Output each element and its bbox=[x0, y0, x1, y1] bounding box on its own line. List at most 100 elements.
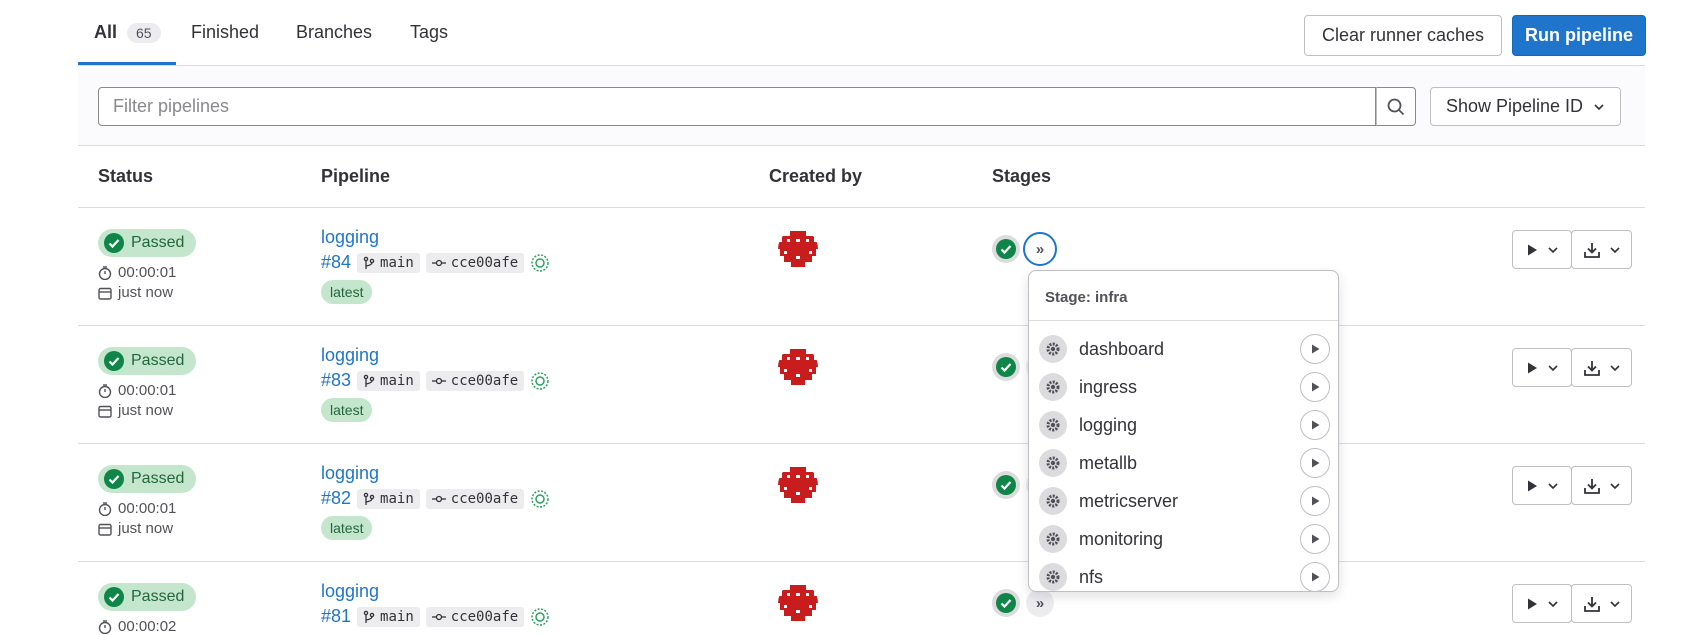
finished-value: just now bbox=[118, 284, 174, 301]
play-job-button[interactable] bbox=[1300, 448, 1330, 478]
play-job-button[interactable] bbox=[1300, 372, 1330, 402]
job-item[interactable]: dashboard bbox=[1039, 332, 1330, 366]
pipeline-id-link[interactable]: #83 bbox=[321, 370, 351, 391]
stage-title: Stage: infra bbox=[1045, 289, 1128, 306]
gear-icon bbox=[1046, 532, 1060, 546]
pipeline-title-link[interactable]: logging bbox=[321, 463, 379, 484]
download-artifacts-dropdown[interactable] bbox=[1571, 348, 1632, 387]
job-item[interactable]: monitoring bbox=[1039, 522, 1330, 556]
play-job-button[interactable] bbox=[1300, 334, 1330, 364]
play-icon bbox=[1528, 598, 1537, 609]
commit-ref[interactable]: cce00afe bbox=[425, 488, 525, 509]
play-actions-dropdown[interactable] bbox=[1512, 584, 1572, 623]
play-job-button[interactable] bbox=[1300, 562, 1330, 592]
play-icon bbox=[1528, 362, 1537, 373]
status-success-icon bbox=[996, 475, 1016, 495]
play-icon bbox=[1312, 420, 1320, 430]
status-badge[interactable]: Passed bbox=[98, 583, 197, 611]
chevron-down-icon bbox=[1548, 364, 1558, 371]
pipeline-id-link[interactable]: #81 bbox=[321, 606, 351, 627]
play-actions-dropdown[interactable] bbox=[1512, 230, 1572, 269]
branch-ref[interactable]: main bbox=[357, 488, 420, 509]
chevron-down-icon bbox=[1548, 246, 1558, 253]
show-pipeline-id-dropdown[interactable]: Show Pipeline ID bbox=[1430, 87, 1621, 126]
play-job-button[interactable] bbox=[1300, 524, 1330, 554]
chevron-down-icon bbox=[1609, 364, 1620, 371]
gear-icon bbox=[1046, 570, 1060, 584]
status-success-icon bbox=[104, 469, 124, 489]
column-created-by: Created by bbox=[769, 166, 863, 186]
download-icon bbox=[1583, 242, 1600, 258]
timer-icon bbox=[98, 619, 112, 634]
job-item[interactable]: nfs bbox=[1039, 560, 1330, 594]
job-name: logging bbox=[1079, 414, 1138, 435]
pipeline-title-link[interactable]: logging bbox=[321, 227, 379, 248]
tab-finished[interactable]: Finished bbox=[191, 22, 259, 43]
play-job-button[interactable] bbox=[1300, 486, 1330, 516]
job-item[interactable]: metallb bbox=[1039, 446, 1330, 480]
job-status-icon bbox=[1039, 525, 1067, 553]
latest-badge: latest bbox=[321, 516, 373, 540]
status-badge[interactable]: Passed bbox=[98, 347, 197, 375]
clear-runner-caches-button[interactable]: Clear runner caches bbox=[1304, 15, 1502, 56]
branch-name: main bbox=[380, 490, 414, 507]
tab-all[interactable]: All 65 bbox=[94, 22, 161, 43]
commit-ref[interactable]: cce00afe bbox=[425, 606, 525, 627]
commit-ref[interactable]: cce00afe bbox=[425, 370, 525, 391]
auto-devops-badge bbox=[530, 489, 550, 509]
status-success-icon bbox=[996, 239, 1016, 259]
status-badge[interactable]: Passed bbox=[98, 465, 197, 493]
tab-tags-label: Tags bbox=[410, 22, 449, 42]
finished-value: just now bbox=[118, 402, 174, 419]
commit-ref[interactable]: cce00afe bbox=[425, 252, 525, 273]
tab-tags[interactable]: Tags bbox=[410, 22, 448, 43]
chevron-down-icon bbox=[1594, 103, 1604, 110]
job-name: monitoring bbox=[1079, 528, 1164, 549]
job-item[interactable]: logging bbox=[1039, 408, 1330, 442]
stage-status-button[interactable] bbox=[992, 235, 1020, 263]
pipeline-id-link[interactable]: #82 bbox=[321, 488, 351, 509]
commit-sha: cce00afe bbox=[450, 490, 519, 507]
download-artifacts-dropdown[interactable] bbox=[1571, 466, 1632, 505]
run-pipeline-button[interactable]: Run pipeline bbox=[1512, 15, 1646, 56]
stage-status-button[interactable] bbox=[992, 589, 1020, 617]
stage-dropdown: Stage: infra dashboard ingress logging m… bbox=[1028, 270, 1339, 592]
play-job-button[interactable] bbox=[1300, 410, 1330, 440]
status-badge[interactable]: Passed bbox=[98, 229, 197, 257]
play-actions-dropdown[interactable] bbox=[1512, 348, 1572, 387]
finished-value: just now bbox=[118, 520, 174, 537]
avatar[interactable] bbox=[778, 465, 818, 505]
status-label: Passed bbox=[131, 352, 185, 369]
filter-pipelines-input[interactable]: Filter pipelines bbox=[98, 87, 1376, 126]
search-button[interactable] bbox=[1376, 87, 1416, 126]
commit-icon bbox=[431, 613, 446, 620]
chevron-down-icon bbox=[1548, 482, 1558, 489]
pipeline-title-link[interactable]: logging bbox=[321, 581, 379, 602]
tab-branches-label: Branches bbox=[296, 22, 373, 42]
calendar-icon bbox=[98, 405, 112, 418]
avatar[interactable] bbox=[778, 583, 818, 623]
job-item[interactable]: ingress bbox=[1039, 370, 1330, 404]
avatar[interactable] bbox=[778, 347, 818, 387]
download-artifacts-dropdown[interactable] bbox=[1571, 230, 1632, 269]
play-icon bbox=[1528, 244, 1537, 255]
column-stages: Stages bbox=[992, 166, 1052, 186]
branch-ref[interactable]: main bbox=[357, 370, 420, 391]
pipeline-title-link[interactable]: logging bbox=[321, 345, 379, 366]
stage-status-button[interactable] bbox=[992, 471, 1020, 499]
pipeline-id-link[interactable]: #84 bbox=[321, 252, 351, 273]
branch-ref[interactable]: main bbox=[357, 252, 420, 273]
job-item[interactable]: metricserver bbox=[1039, 484, 1330, 518]
auto-devops-badge bbox=[530, 607, 550, 627]
auto-devops-badge bbox=[530, 253, 550, 273]
tab-branches[interactable]: Branches bbox=[296, 22, 372, 43]
avatar[interactable] bbox=[778, 229, 818, 269]
play-actions-dropdown[interactable] bbox=[1512, 466, 1572, 505]
download-artifacts-dropdown[interactable] bbox=[1571, 584, 1632, 623]
stage-status-button[interactable] bbox=[992, 353, 1020, 381]
tab-all-count: 65 bbox=[127, 22, 161, 43]
expand-stages-icon[interactable]: » bbox=[1023, 232, 1057, 266]
branch-ref[interactable]: main bbox=[357, 606, 420, 627]
search-icon bbox=[1387, 98, 1405, 115]
download-icon bbox=[1583, 360, 1600, 376]
